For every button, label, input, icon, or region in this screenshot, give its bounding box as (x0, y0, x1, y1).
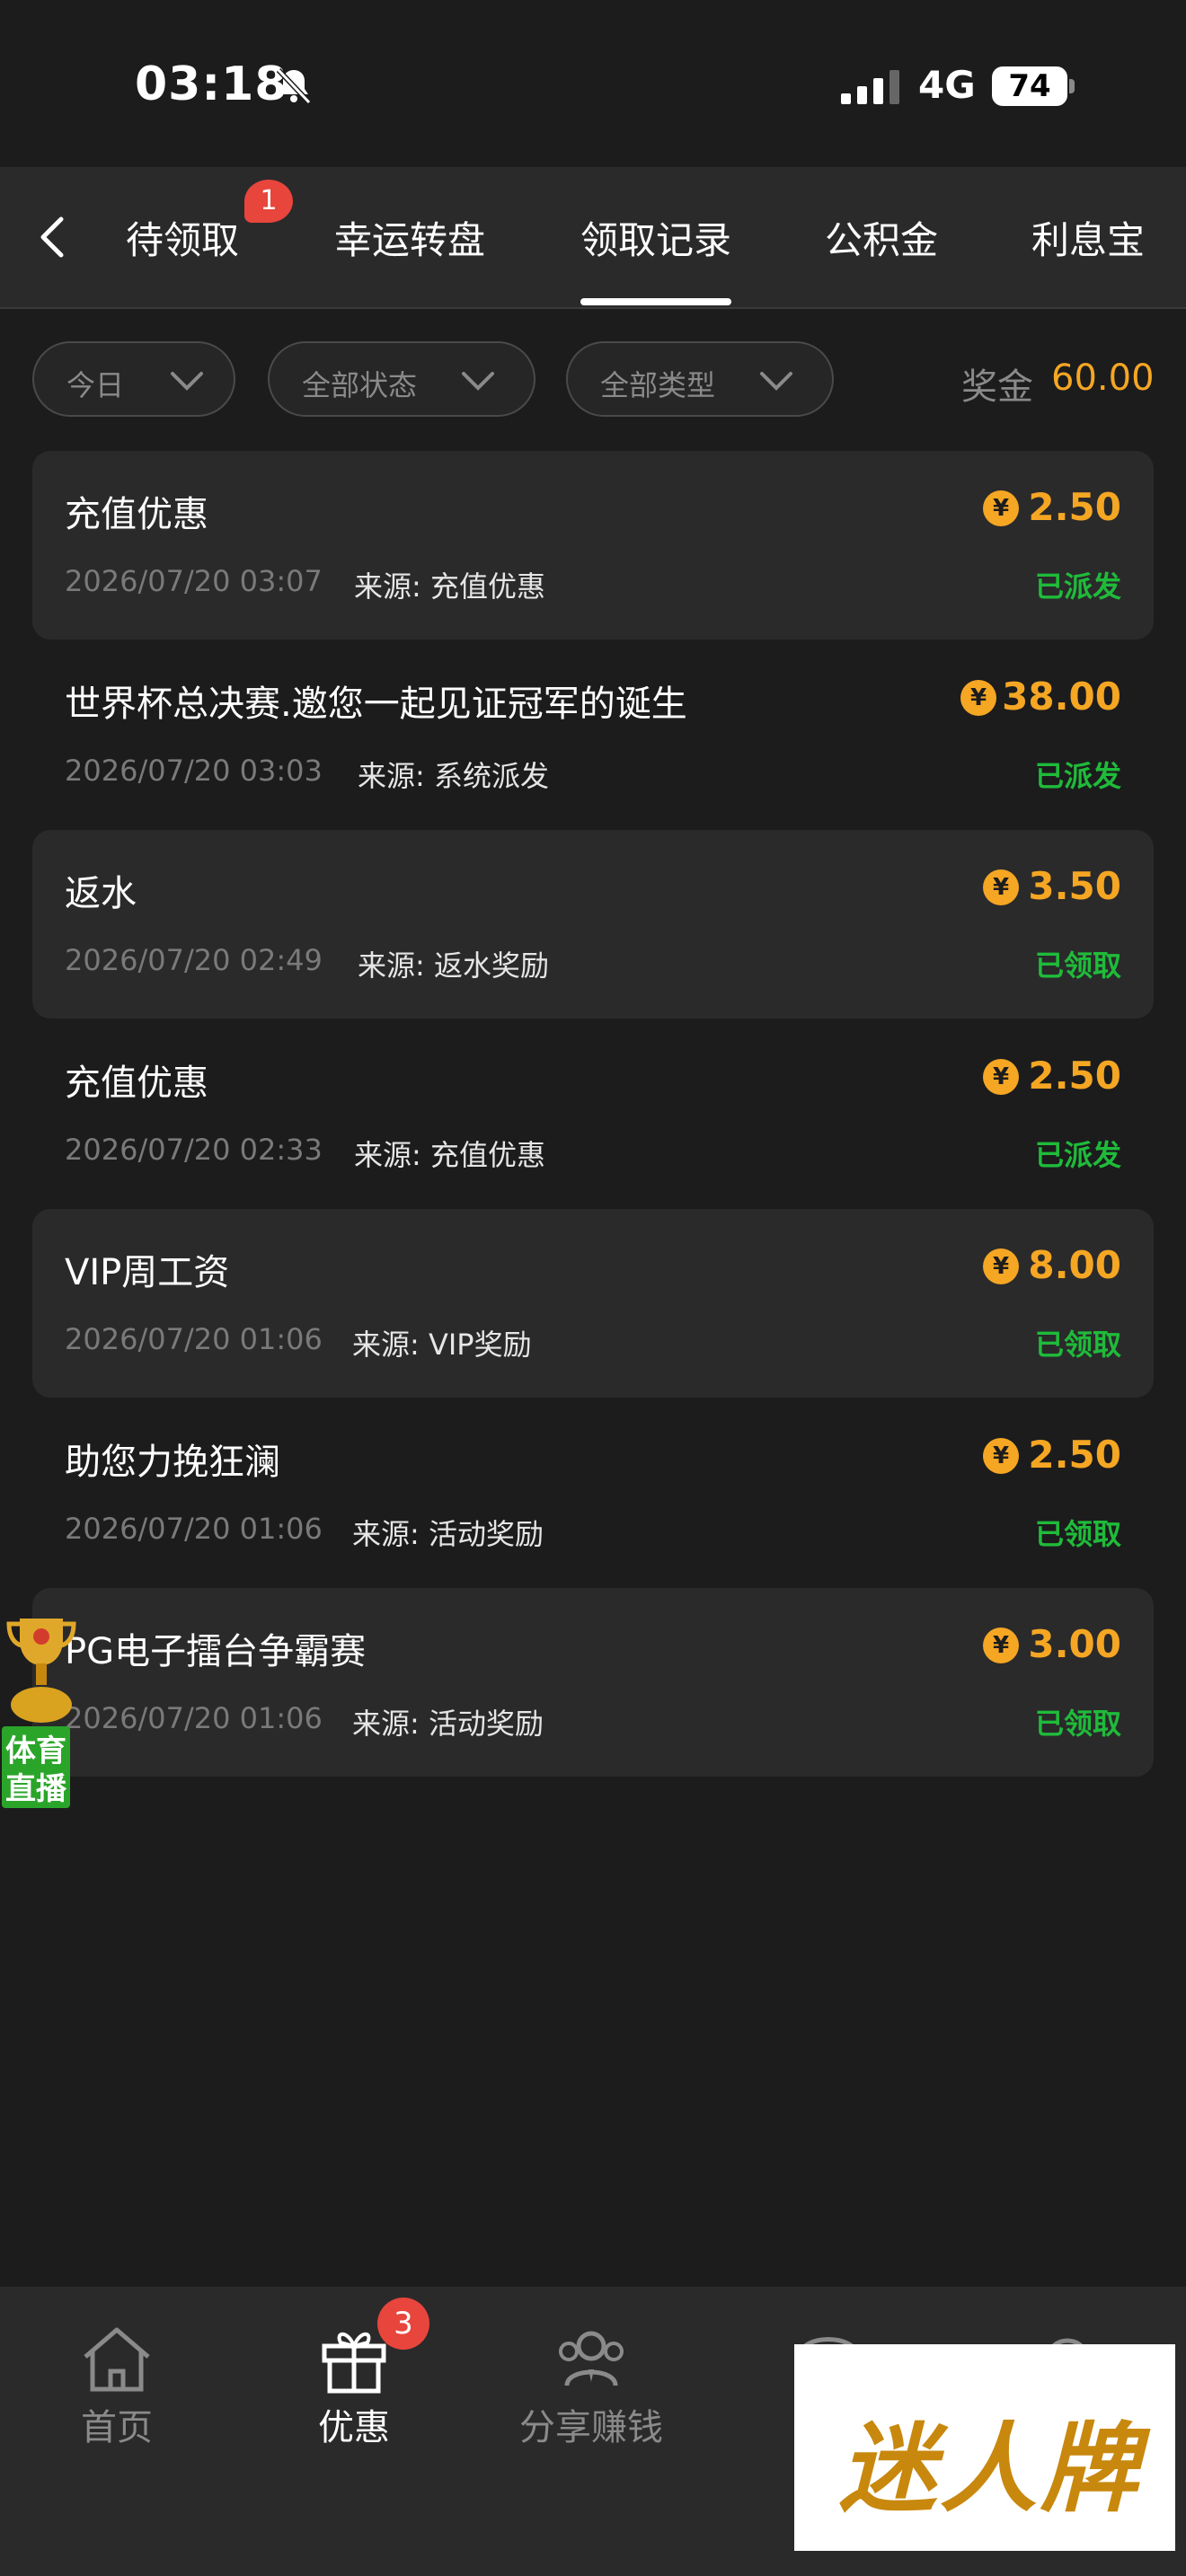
ad-text: 迷人牌 (839, 2413, 1142, 2526)
type-filter-label: 全部类型 (600, 368, 716, 402)
record-status: 已领取 (1034, 948, 1121, 983)
nav-promotions-label: 优惠 (318, 2407, 390, 2448)
bonus-label: 奖金 (961, 366, 1033, 408)
tab-claim-records[interactable]: 领取记录 (580, 210, 731, 265)
record-status: 已派发 (1034, 759, 1121, 793)
record-item[interactable]: 充值优惠 ¥ 2.50 2026/07/20 03:07 来源: 充值优惠 已派… (32, 451, 1154, 640)
tab-interest[interactable]: 利息宝 (1031, 210, 1145, 265)
record-amount: 38.00 (1002, 675, 1121, 719)
record-amount: 3.00 (1028, 1622, 1121, 1666)
record-amount: 3.50 (1028, 864, 1121, 908)
record-source: 来源: 充值优惠 (354, 1138, 545, 1172)
record-title: PG电子擂台争霸赛 (65, 1631, 367, 1672)
home-icon (84, 2327, 150, 2392)
record-date: 2026/07/20 03:07 (65, 564, 323, 598)
nav-share-earn[interactable]: 分享赚钱 (501, 2323, 681, 2450)
tab-bar: 待领取 1 幸运转盘 领取记录 公积金 利息宝 (0, 167, 1186, 309)
record-amount: 8.00 (1028, 1243, 1121, 1287)
back-arrow-icon[interactable] (31, 212, 75, 262)
record-source: 来源: VIP奖励 (352, 1328, 532, 1362)
coin-icon: ¥ (960, 680, 996, 716)
record-amount: 2.50 (1028, 1054, 1121, 1098)
bell-off-icon (276, 67, 312, 105)
battery-level: 74 (992, 66, 1067, 106)
record-title: 充值优惠 (65, 494, 208, 535)
coin-icon: ¥ (983, 1248, 1019, 1284)
tab-lucky-wheel[interactable]: 幸运转盘 (334, 210, 485, 265)
status-time: 03:18 (135, 57, 288, 111)
record-source: 来源: 返水奖励 (358, 948, 549, 983)
record-status: 已派发 (1034, 1138, 1121, 1172)
ad-overlay[interactable]: 迷人牌 (794, 2344, 1175, 2551)
record-item[interactable]: 助您力挽狂澜 ¥ 2.50 2026/07/20 01:06 来源: 活动奖励 … (32, 1398, 1154, 1587)
battery-tip (1069, 79, 1075, 93)
signal-icon (841, 70, 899, 104)
record-item[interactable]: 世界杯总决赛.邀您一起见证冠军的诞生 ¥ 38.00 2026/07/20 03… (32, 640, 1154, 829)
record-item[interactable]: 返水 ¥ 3.50 2026/07/20 02:49 来源: 返水奖励 已领取 (32, 830, 1154, 1019)
record-source: 来源: 充值优惠 (354, 569, 545, 604)
tab-badge: 1 (244, 180, 293, 223)
record-status: 已领取 (1034, 1517, 1121, 1551)
record-date: 2026/07/20 03:03 (65, 754, 323, 788)
record-status: 已派发 (1034, 569, 1121, 604)
status-filter[interactable]: 全部状态 (268, 341, 535, 417)
record-date: 2026/07/20 01:06 (65, 1512, 323, 1546)
record-source: 来源: 系统派发 (358, 759, 549, 793)
record-item[interactable]: 充值优惠 ¥ 2.50 2026/07/20 02:33 来源: 充值优惠 已派… (32, 1019, 1154, 1208)
coin-icon: ¥ (983, 490, 1019, 526)
nav-badge: 3 (377, 2298, 429, 2350)
record-source: 来源: 活动奖励 (352, 1707, 544, 1741)
record-item[interactable]: VIP周工资 ¥ 8.00 2026/07/20 01:06 来源: VIP奖励… (32, 1209, 1154, 1398)
trophy-icon (6, 1619, 76, 1723)
record-item[interactable]: PG电子擂台争霸赛 ¥ 3.00 2026/07/20 01:06 来源: 活动… (32, 1588, 1154, 1777)
tab-pending[interactable]: 待领取 (126, 210, 239, 265)
record-title: 充值优惠 (65, 1063, 208, 1104)
status-bar: 03:18 4G 74 (0, 0, 1186, 167)
network-type: 4G (918, 63, 976, 107)
record-title: VIP周工资 (65, 1252, 230, 1293)
type-filter[interactable]: 全部类型 (566, 341, 834, 417)
date-filter-label: 今日 (66, 368, 125, 402)
users-icon (559, 2331, 624, 2386)
coin-icon: ¥ (983, 869, 1019, 905)
status-filter-label: 全部状态 (302, 368, 418, 402)
coin-icon: ¥ (983, 1438, 1019, 1474)
chevron-down-icon (171, 372, 203, 391)
bonus-total: 60.00 (1051, 357, 1155, 399)
floating-label-line2: 直播 (2, 1764, 70, 1808)
tab-provident-fund[interactable]: 公积金 (825, 210, 938, 265)
record-date: 2026/07/20 01:06 (65, 1322, 323, 1356)
record-status: 已领取 (1034, 1328, 1121, 1362)
active-tab-indicator (580, 298, 731, 305)
record-source: 来源: 活动奖励 (352, 1517, 544, 1551)
record-date: 2026/07/20 02:49 (65, 943, 323, 977)
record-status: 已领取 (1034, 1707, 1121, 1741)
record-title: 助您力挽狂澜 (65, 1442, 280, 1483)
record-date: 2026/07/20 01:06 (65, 1701, 323, 1735)
coin-icon: ¥ (983, 1059, 1019, 1095)
record-date: 2026/07/20 02:33 (65, 1133, 323, 1167)
date-filter[interactable]: 今日 (32, 341, 235, 417)
nav-home-label: 首页 (81, 2407, 153, 2448)
record-title: 世界杯总决赛.邀您一起见证冠军的诞生 (65, 684, 687, 725)
chevron-down-icon (462, 372, 494, 391)
nav-share-earn-label: 分享赚钱 (519, 2407, 663, 2448)
sports-live-floating-button[interactable]: 体育 直播 (0, 1610, 83, 1808)
record-amount: 2.50 (1028, 1433, 1121, 1477)
coin-icon: ¥ (983, 1628, 1019, 1663)
record-title: 返水 (65, 873, 137, 914)
chevron-down-icon (760, 372, 792, 391)
nav-home[interactable]: 首页 (27, 2323, 207, 2450)
record-amount: 2.50 (1028, 485, 1121, 529)
